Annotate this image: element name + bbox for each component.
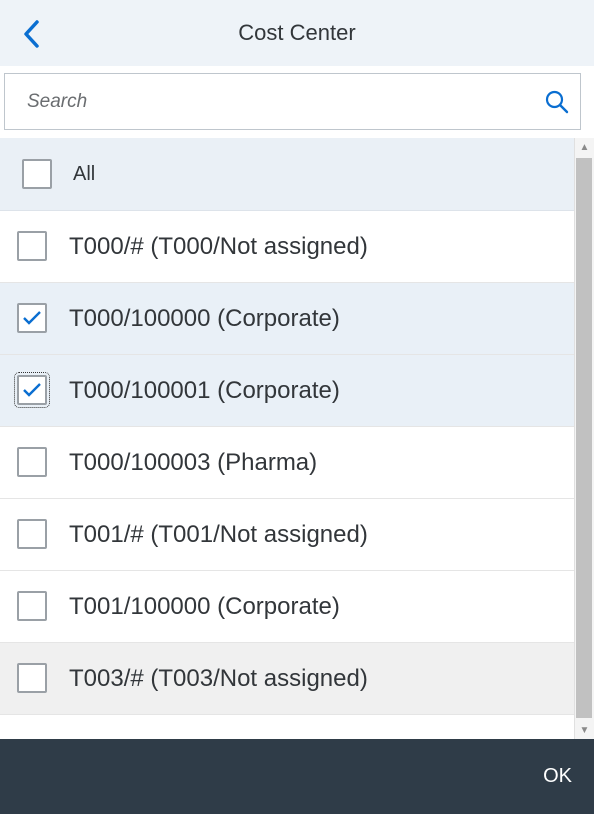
scroll-up-arrow-icon[interactable]: ▲ <box>575 138 594 156</box>
select-all-checkbox[interactable] <box>22 159 52 189</box>
search-icon[interactable] <box>544 89 570 115</box>
dialog-header: Cost Center <box>0 0 594 66</box>
checkmark-icon <box>23 383 41 397</box>
select-all-row[interactable]: All <box>0 138 574 211</box>
dialog-title: Cost Center <box>238 20 356 45</box>
item-label: T003/# (T003/Not assigned) <box>69 664 368 692</box>
item-label: T001/# (T001/Not assigned) <box>69 520 368 548</box>
item-checkbox[interactable] <box>14 372 50 408</box>
item-checkbox[interactable] <box>17 591 47 621</box>
dialog-footer: OK <box>0 739 594 814</box>
item-checkbox[interactable] <box>17 519 47 549</box>
item-checkbox[interactable] <box>17 303 47 333</box>
item-checkbox[interactable] <box>17 231 47 261</box>
item-label: T001/100000 (Corporate) <box>69 592 340 620</box>
list-item[interactable]: T001/# (T001/Not assigned) <box>0 499 574 571</box>
scrollbar-thumb[interactable] <box>576 158 592 718</box>
search-field[interactable] <box>4 73 581 130</box>
list-item[interactable]: T001/100000 (Corporate) <box>0 571 574 643</box>
search-input[interactable] <box>5 74 547 129</box>
cost-center-list: T000/# (T000/Not assigned) T000/100000 (… <box>0 211 574 739</box>
list-item[interactable]: T000/100000 (Corporate) <box>0 283 574 355</box>
item-label: T000/100003 (Pharma) <box>69 448 318 476</box>
select-all-label: All <box>73 162 96 185</box>
checkmark-icon <box>23 311 41 325</box>
list-item[interactable]: T003/# (T003/Not assigned) <box>0 643 574 715</box>
list-item[interactable]: T000/100003 (Pharma) <box>0 427 574 499</box>
list-item[interactable]: T000/# (T000/Not assigned) <box>0 211 574 283</box>
ok-button[interactable]: OK <box>543 761 572 791</box>
item-label: T000/100000 (Corporate) <box>69 304 340 332</box>
scroll-down-arrow-icon[interactable]: ▼ <box>575 721 594 739</box>
item-checkbox[interactable] <box>17 447 47 477</box>
item-label: T000/# (T000/Not assigned) <box>69 232 368 260</box>
list-scrollbar[interactable]: ▲ ▼ <box>574 138 594 739</box>
item-checkbox[interactable] <box>17 663 47 693</box>
item-label: T000/100001 (Corporate) <box>69 376 340 404</box>
list-item[interactable]: T000/100001 (Corporate) <box>0 355 574 427</box>
